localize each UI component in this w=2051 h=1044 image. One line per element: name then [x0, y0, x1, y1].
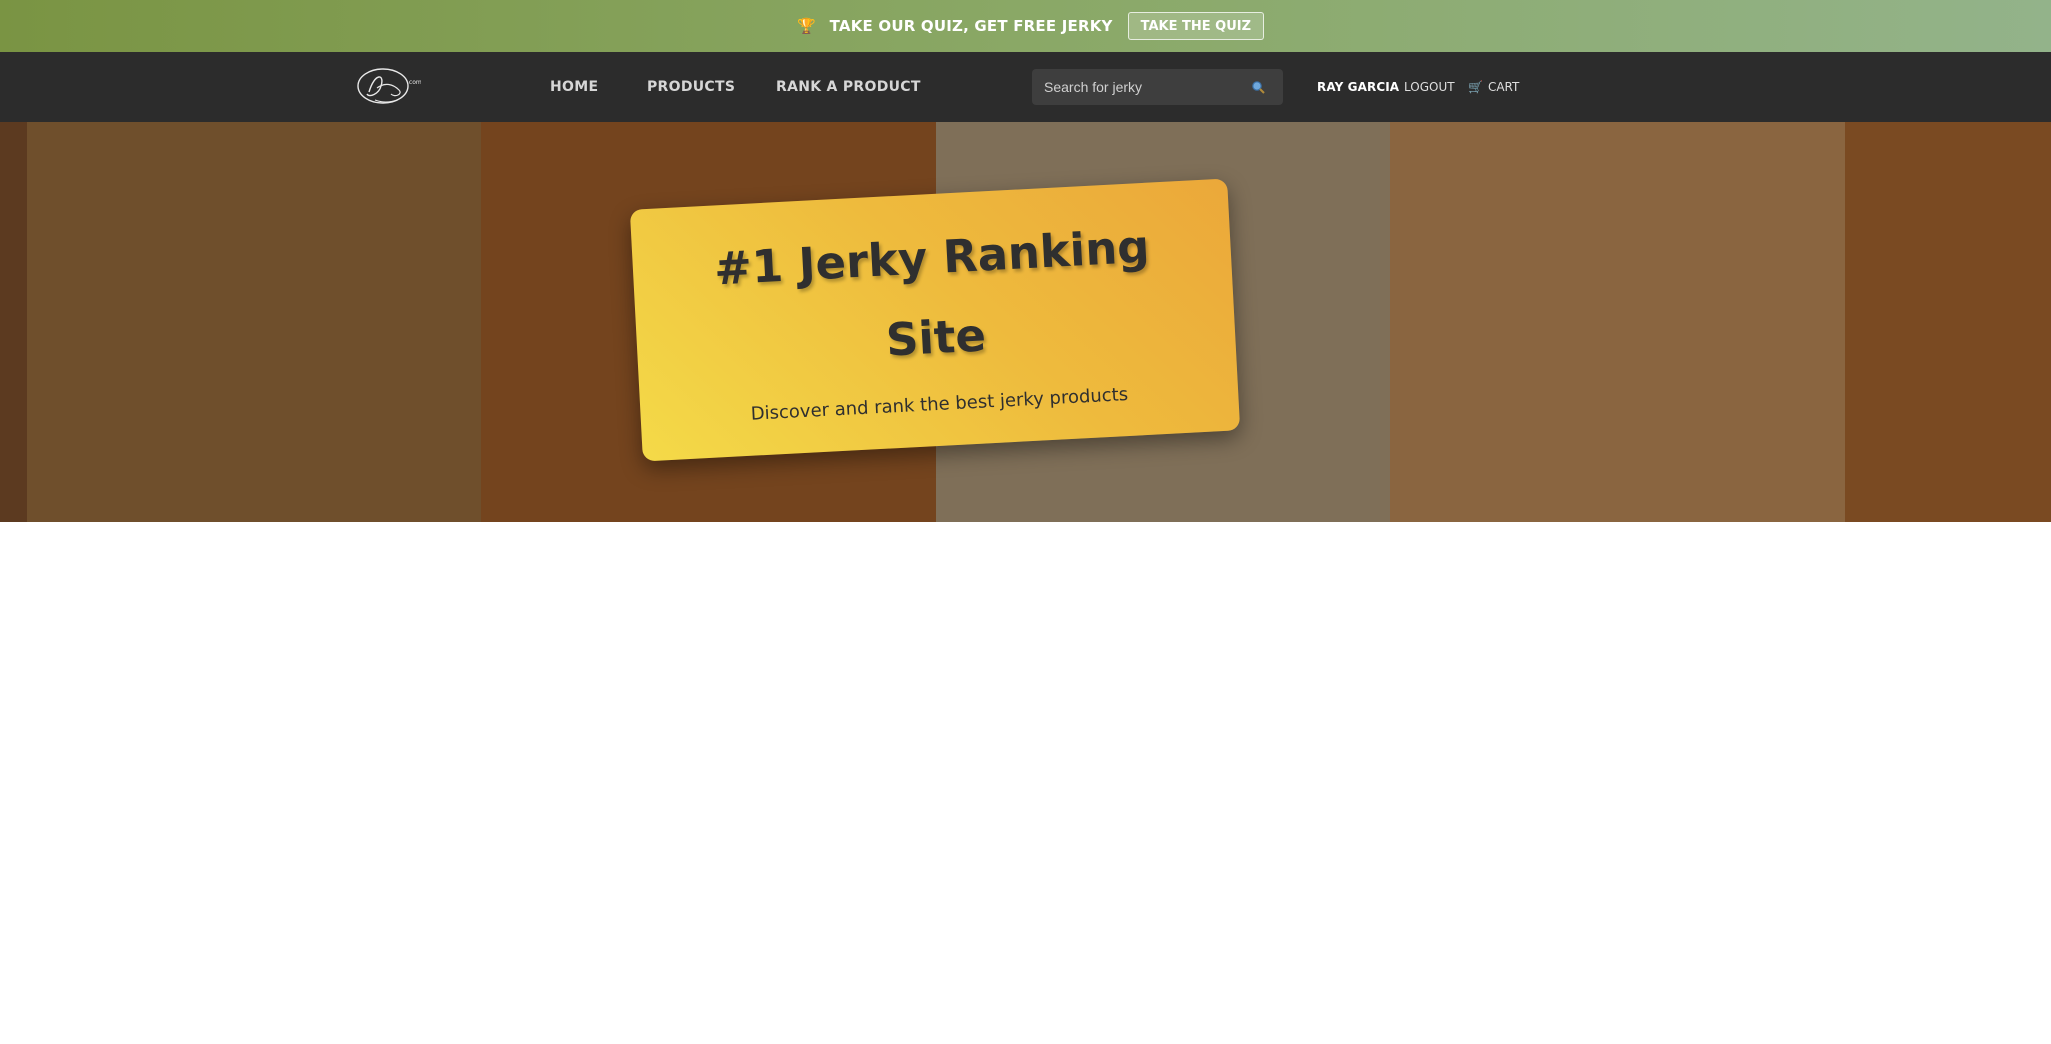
nav-home[interactable]: HOME: [550, 52, 598, 122]
cart-label: CART: [1487, 80, 1520, 94]
trophy-icon: 🏆: [796, 16, 816, 35]
main-navbar: .com HOME PRODUCTS RANK A PRODUCT RAY GA…: [0, 52, 2051, 122]
nav-products[interactable]: PRODUCTS: [647, 52, 735, 122]
search-icon[interactable]: [1251, 80, 1265, 94]
promo-content: 🏆 TAKE OUR QUIZ, GET FREE JERKY TAKE THE…: [796, 12, 1265, 40]
search-input[interactable]: [1032, 79, 1232, 95]
search-box: [1032, 69, 1283, 105]
promo-text: TAKE OUR QUIZ, GET FREE JERKY: [829, 17, 1113, 35]
jerky-logo[interactable]: .com: [355, 64, 421, 108]
cart-icon: 🛒: [1468, 80, 1483, 94]
logout-link[interactable]: LOGOUT: [1404, 52, 1455, 122]
hero-stripe: [1390, 122, 1845, 522]
hero-stripe: [0, 122, 27, 522]
nav-rank-a-product[interactable]: RANK A PRODUCT: [776, 52, 921, 122]
hero-card: #1 Jerky Ranking Site Discover and rank …: [629, 178, 1241, 462]
hero-subtitle: Discover and rank the best jerky product…: [750, 383, 1129, 425]
cart-link[interactable]: 🛒 CART: [1468, 52, 1519, 122]
hero-stripe: [1845, 122, 2051, 522]
hero-stripe: [27, 122, 481, 522]
user-name[interactable]: RAY GARCIA: [1317, 52, 1399, 122]
take-quiz-button[interactable]: TAKE THE QUIZ: [1127, 12, 1265, 40]
hero-title: #1 Jerky Ranking Site: [712, 219, 1151, 367]
promo-banner: 🏆 TAKE OUR QUIZ, GET FREE JERKY TAKE THE…: [0, 0, 2051, 52]
svg-text:.com: .com: [407, 79, 421, 86]
